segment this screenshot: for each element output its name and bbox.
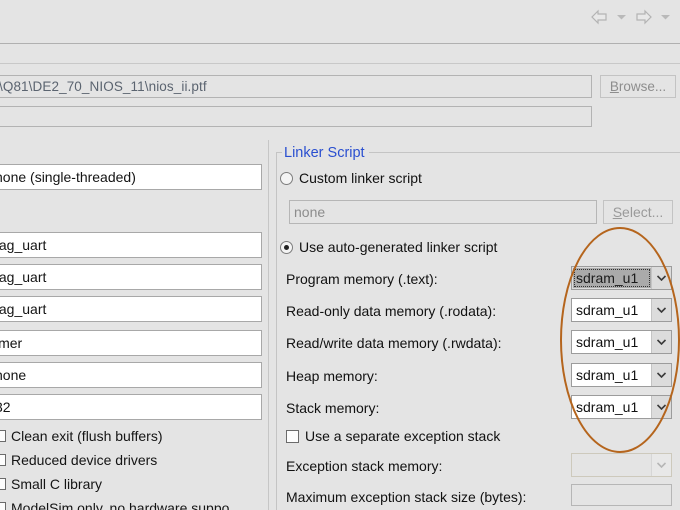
combo-readonly-data-memory[interactable]: sdram_u1: [571, 298, 672, 322]
combo-readwrite-data-memory[interactable]: sdram_u1: [571, 330, 672, 354]
left-settings-panel: none (single-threaded) tag_uart tag_uart…: [0, 140, 268, 510]
radio-custom-linker-script-label: Custom linker script: [299, 170, 422, 186]
checkbox-box-icon: [0, 454, 6, 466]
combo-readonly-data-memory-value: sdram_u1: [576, 302, 639, 318]
left-field-value: none: [0, 367, 27, 383]
checkbox-separate-exception-stack-label: Use a separate exception stack: [305, 428, 501, 444]
select-button-accel: S: [612, 204, 623, 220]
linker-script-legend: Linker Script: [282, 145, 369, 161]
label-heap-memory: Heap memory:: [286, 368, 378, 384]
panel-divider: [268, 140, 269, 510]
left-checkbox-clean-exit[interactable]: Clean exit (flush buffers): [0, 425, 268, 447]
label-exception-stack-memory: Exception stack memory:: [286, 458, 443, 474]
radio-button-icon: [280, 171, 293, 185]
back-button[interactable]: [586, 5, 612, 29]
navigation-arrows: [586, 5, 672, 29]
toolbar-secondary-strip: [0, 44, 680, 64]
left-field-value: tag_uart: [0, 301, 47, 317]
combo-program-memory-value: sdram_u1: [573, 268, 651, 288]
left-field-value: imer: [0, 335, 23, 351]
left-checkbox-small-c-library[interactable]: Small C library: [0, 473, 268, 495]
left-checkbox-reduced-device-drivers[interactable]: Reduced device drivers: [0, 449, 268, 471]
chevron-down-icon[interactable]: [651, 396, 671, 418]
combo-stack-memory-value: sdram_u1: [576, 399, 639, 415]
left-checkbox-label: Clean exit (flush buffers): [11, 428, 163, 444]
left-field-max-file-descriptors[interactable]: 32: [0, 394, 262, 420]
field-max-exception-stack-size: [571, 484, 672, 506]
chevron-down-icon[interactable]: [651, 364, 671, 386]
arrow-right-icon: [635, 9, 652, 25]
radio-auto-generated-linker-script[interactable]: Use auto-generated linker script: [280, 239, 497, 255]
left-field-stdout[interactable]: tag_uart: [0, 264, 262, 290]
left-field-value: none (single-threaded): [0, 169, 136, 185]
secondary-path-field[interactable]: [0, 106, 592, 127]
label-program-memory: Program memory (.text):: [286, 271, 438, 287]
left-checkbox-label: Small C library: [11, 476, 103, 492]
chevron-down-icon[interactable]: [651, 299, 671, 321]
combo-stack-memory[interactable]: sdram_u1: [571, 395, 672, 419]
chevron-down-icon[interactable]: [651, 331, 671, 353]
left-field-value: tag_uart: [0, 269, 47, 285]
checkbox-box-icon: [0, 430, 6, 442]
combo-readwrite-data-memory-value: sdram_u1: [576, 334, 639, 350]
chevron-down-icon: [651, 454, 671, 476]
browse-button-accel: B: [609, 79, 619, 94]
left-field-value: 32: [0, 399, 11, 415]
toolbar: [0, 0, 680, 44]
back-dropdown-icon[interactable]: [614, 5, 628, 29]
browse-button-label: rowse...: [618, 79, 667, 94]
radio-custom-linker-script[interactable]: Custom linker script: [280, 170, 422, 186]
radio-auto-generated-linker-script-label: Use auto-generated linker script: [299, 239, 498, 255]
browse-button[interactable]: Browse...: [600, 75, 676, 98]
label-stack-memory: Stack memory:: [286, 400, 380, 416]
ptf-path-field[interactable]: \Q81\DE2_70_NIOS_11\nios_ii.ptf: [0, 75, 592, 98]
left-field-thread-model[interactable]: none (single-threaded): [0, 164, 262, 190]
checkbox-box-icon: [0, 478, 6, 490]
select-button[interactable]: Select...: [603, 200, 673, 224]
left-checkbox-modelsim-only[interactable]: ModelSim only, no hardware suppo: [0, 497, 268, 510]
combo-program-memory[interactable]: sdram_u1: [571, 266, 672, 290]
ptf-path-row: \Q81\DE2_70_NIOS_11\nios_ii.ptf Browse..…: [0, 75, 680, 99]
select-button-label: elect...: [622, 204, 664, 220]
combo-heap-memory[interactable]: sdram_u1: [571, 363, 672, 387]
label-readonly-data-memory: Read-only data memory (.rodata):: [286, 303, 497, 319]
left-field-blank: [0, 192, 262, 218]
left-field-value: tag_uart: [0, 237, 47, 253]
radio-button-icon: [280, 240, 293, 254]
arrow-left-icon: [590, 9, 607, 25]
forward-dropdown-icon[interactable]: [658, 5, 672, 29]
left-checkbox-label: Reduced device drivers: [11, 452, 158, 468]
chevron-down-icon[interactable]: [651, 267, 671, 289]
checkbox-box-icon: [286, 429, 299, 443]
left-field-stderr[interactable]: tag_uart: [0, 296, 262, 322]
combo-heap-memory-value: sdram_u1: [576, 367, 639, 383]
label-max-exception-stack-size: Maximum exception stack size (bytes):: [286, 489, 527, 505]
left-checkbox-label: ModelSim only, no hardware suppo: [11, 500, 230, 510]
forward-button[interactable]: [630, 5, 656, 29]
checkbox-box-icon: [0, 502, 6, 510]
left-field-timestamp-timer[interactable]: none: [0, 362, 262, 388]
left-field-stdin[interactable]: tag_uart: [0, 232, 262, 258]
ptf-path-value: \Q81\DE2_70_NIOS_11\nios_ii.ptf: [0, 79, 207, 94]
checkbox-separate-exception-stack[interactable]: Use a separate exception stack: [286, 428, 500, 444]
left-field-system-timer[interactable]: imer: [0, 330, 262, 356]
custom-linker-script-value: none: [294, 204, 326, 220]
combo-exception-stack-memory: [571, 453, 672, 477]
label-readwrite-data-memory: Read/write data memory (.rwdata):: [286, 335, 502, 351]
custom-linker-script-field[interactable]: none: [289, 200, 597, 224]
